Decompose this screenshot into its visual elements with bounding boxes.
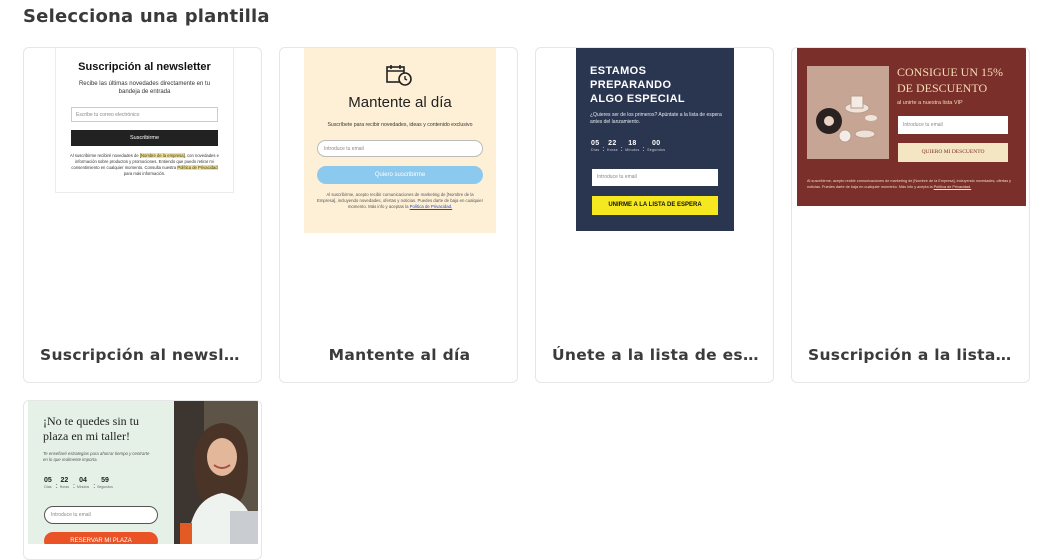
template-card-workshop[interactable]: ¡No te quedes sin tu plaza en mi taller!… xyxy=(23,400,262,560)
preview-footer: Al suscribirme, acepto recibir comunicac… xyxy=(316,192,483,209)
preview-subheading: Suscríbete para recibir novedades, ideas… xyxy=(327,122,473,128)
template-card-mantente-al-dia[interactable]: Mantente al día Suscríbete para recibir … xyxy=(279,47,518,383)
preview-heading: ¡No te quedes sin tu plaza en mi taller! xyxy=(43,414,139,443)
preview-email-input: Introduce tu email xyxy=(44,506,158,524)
preview-countdown: 05 Días: 22 Horas: 18 Minutos: 00 Segundos xyxy=(591,140,666,153)
preview-email-input: Introduce tu email xyxy=(317,140,483,157)
template-card-waitlist[interactable]: ESTAMOS PREPARANDO ALGO ESPECIAL ¿Quiere… xyxy=(535,47,774,383)
preview-subheading: ¿Quieres ser de los primeros? Apúntate a… xyxy=(590,112,722,125)
preview-email-input: Introduce tu email xyxy=(898,116,1008,134)
preview-email-input: Escribe tu correo electrónico xyxy=(71,107,218,122)
preview-email-input: Introduce tu email xyxy=(592,169,718,186)
preview-reserve-button: RESERVAR MI PLAZA xyxy=(44,532,158,544)
template-title: Suscripción al newsletter xyxy=(40,346,247,364)
template-preview: CONSIGUE UN 15% DE DESCUENTO al unirte a… xyxy=(797,48,1026,206)
preview-heading: Mantente al día xyxy=(348,94,452,111)
template-preview: Suscripción al newsletter Recibe las últ… xyxy=(55,48,234,193)
template-preview: Mantente al día Suscríbete para recibir … xyxy=(304,48,496,233)
preview-join-button: UNIRME A LA LISTA DE ESPERA xyxy=(592,196,718,215)
preview-discount-button: QUIERO MI DESCUENTO xyxy=(898,143,1008,162)
template-title: Suscripción a la lista VIP xyxy=(808,346,1015,364)
preview-heading: Suscripción al newsletter xyxy=(78,61,211,73)
page-title: Selecciona una plantilla xyxy=(23,6,270,27)
preview-subheading: Te enseñaré estrategias para ahorrar tie… xyxy=(43,451,150,462)
preview-heading: CONSIGUE UN 15% DE DESCUENTO xyxy=(897,65,1003,95)
template-preview: ESTAMOS PREPARANDO ALGO ESPECIAL ¿Quiere… xyxy=(576,48,734,231)
calendar-clock-icon xyxy=(386,65,412,86)
template-title: Únete a la lista de espera xyxy=(552,346,759,364)
preview-countdown: 05 Días: 22 Horas: 04 Minutos: 59 Segundos xyxy=(44,477,113,490)
preview-heading: ESTAMOS PREPARANDO ALGO ESPECIAL xyxy=(590,65,686,105)
template-card-vip-list[interactable]: CONSIGUE UN 15% DE DESCUENTO al unirte a… xyxy=(791,47,1030,383)
preview-subscribe-button: Quiero suscribirme xyxy=(317,166,483,184)
template-preview: ¡No te quedes sin tu plaza en mi taller!… xyxy=(28,401,258,544)
woman-photo xyxy=(174,401,258,544)
preview-footer: Al suscribirme, acepto recibir comunicac… xyxy=(807,179,1012,189)
preview-subheading: Recibe las últimas novedades directament… xyxy=(78,81,211,95)
template-title: Mantente al día xyxy=(328,346,471,364)
preview-subscribe-button: Suscribirme xyxy=(71,130,218,146)
preview-subheading: al unirte a nuestra lista VIP xyxy=(897,100,963,106)
product-photo xyxy=(807,66,889,159)
template-card-newsletter[interactable]: Suscripción al newsletter Recibe las últ… xyxy=(23,47,262,383)
preview-footer: Al suscribirme recibiré novedades de [No… xyxy=(70,153,219,176)
